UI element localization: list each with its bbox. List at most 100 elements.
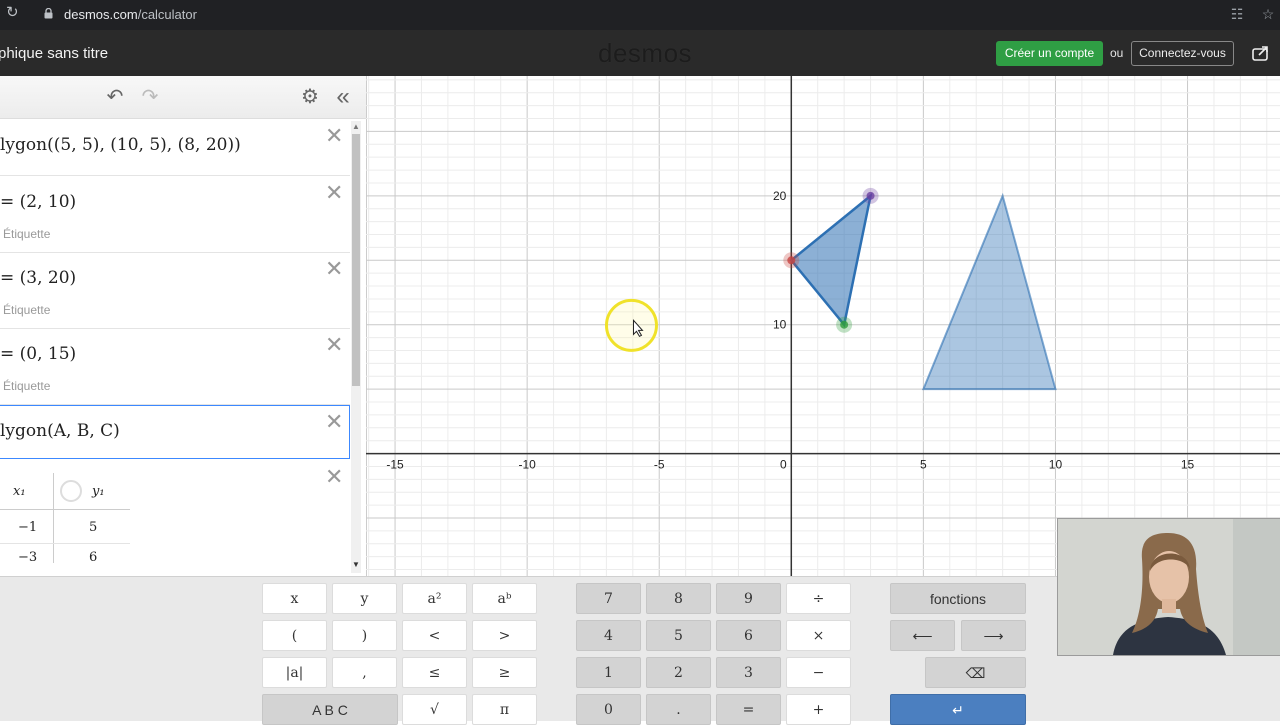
redo-icon[interactable]: ↷	[139, 87, 161, 107]
expression-latex[interactable]: = (2, 10)	[0, 192, 76, 212]
graph-canvas[interactable]: -15-10-50510152010-10	[366, 76, 1280, 576]
gear-icon[interactable]: ⚙	[299, 87, 321, 107]
zero-key[interactable]: 0	[576, 694, 641, 725]
delete-expression-icon[interactable]: ✕	[325, 411, 343, 433]
x-key[interactable]: x	[262, 583, 327, 614]
browser-bar: ↻ desmos.com/calculator ☷ ☆	[0, 0, 1280, 30]
less-than-key[interactable]: <	[402, 620, 467, 651]
eight-key[interactable]: 8	[646, 583, 711, 614]
backspace-key[interactable]: ⌫	[925, 657, 1026, 688]
or-text: ou	[1110, 46, 1124, 60]
polygon-shape[interactable]	[921, 192, 1057, 391]
left-arrow-key[interactable]: ⟵	[890, 620, 955, 651]
label-toggle[interactable]: Étiquette	[3, 227, 50, 241]
delete-expression-icon[interactable]: ✕	[325, 182, 343, 204]
create-account-button[interactable]: Créer un compte	[996, 41, 1103, 66]
minus-key[interactable]: −	[786, 657, 851, 688]
functions-key[interactable]: fonctions	[890, 583, 1026, 614]
expression-latex[interactable]: = (0, 15)	[0, 344, 76, 364]
presenter-video	[1058, 519, 1280, 655]
webcam-overlay	[1057, 518, 1280, 656]
seven-key[interactable]: 7	[576, 583, 641, 614]
expression-latex[interactable]: lygon((5, 5), (10, 5), (8, 20))	[0, 135, 241, 155]
expression-row[interactable]: = (0, 15) Étiquette ✕	[0, 329, 350, 405]
table-expression[interactable]: ✕ x₁ y₁ −1 5 −3 6	[0, 460, 350, 576]
abs-key[interactable]: |a|	[262, 657, 327, 688]
expression-row[interactable]: = (2, 10) Étiquette ✕	[0, 176, 350, 253]
power-key[interactable]: aᵇ	[472, 583, 537, 614]
expression-row[interactable]: lygon((5, 5), (10, 5), (8, 20)) ✕	[0, 119, 350, 176]
comma-key[interactable]: ,	[332, 657, 397, 688]
star-icon[interactable]: ☆	[1260, 6, 1276, 22]
table-cell[interactable]: 5	[89, 520, 97, 535]
square-key[interactable]: a²	[402, 583, 467, 614]
table-cell[interactable]: 6	[89, 550, 97, 565]
y-key[interactable]: y	[332, 583, 397, 614]
table-cell[interactable]: −3	[18, 550, 37, 565]
scroll-down-arrow[interactable]: ▼	[351, 560, 361, 570]
translate-icon[interactable]: ☷	[1229, 6, 1245, 22]
label-toggle[interactable]: Étiquette	[3, 379, 50, 393]
two-key[interactable]: 2	[646, 657, 711, 688]
greater-than-key[interactable]: >	[472, 620, 537, 651]
x-tick-label: 10	[1049, 458, 1063, 472]
scroll-up-arrow[interactable]: ▲	[351, 122, 361, 132]
delete-expression-icon[interactable]: ✕	[325, 258, 343, 280]
four-key[interactable]: 4	[576, 620, 641, 651]
five-key[interactable]: 5	[646, 620, 711, 651]
app-header: phique sans titre desmos Créer un compte…	[0, 30, 1280, 76]
lock-icon	[44, 8, 53, 19]
equals-key[interactable]: =	[716, 694, 781, 725]
expression-toolbar: ↶ ↷ ⚙ «	[0, 76, 366, 119]
close-paren-key[interactable]: )	[332, 620, 397, 651]
share-icon[interactable]	[1252, 45, 1270, 61]
expression-row[interactable]: = (3, 20) Étiquette ✕	[0, 253, 350, 329]
plus-key[interactable]: +	[786, 694, 851, 725]
label-toggle[interactable]: Étiquette	[3, 303, 50, 317]
login-button[interactable]: Connectez-vous	[1131, 41, 1234, 66]
x-tick-label: 5	[920, 458, 927, 472]
pi-key[interactable]: π	[472, 694, 537, 725]
delete-expression-icon[interactable]: ✕	[325, 125, 343, 147]
delete-expression-icon[interactable]: ✕	[325, 334, 343, 356]
enter-key[interactable]: ↵	[890, 694, 1026, 725]
y-tick-label: 20	[773, 189, 787, 203]
x-tick-label: -15	[386, 458, 404, 472]
reload-icon[interactable]: ↻	[6, 5, 22, 21]
x-tick-label: 0	[780, 458, 787, 472]
expression-row-selected[interactable]: lygon(A, B, C) ✕	[0, 405, 350, 459]
point-C[interactable]	[787, 256, 796, 265]
x-tick-label: 15	[1181, 458, 1195, 472]
table-header-x[interactable]: x₁	[13, 484, 26, 499]
delete-expression-icon[interactable]: ✕	[325, 466, 343, 488]
graph-title[interactable]: phique sans titre	[0, 45, 108, 62]
scrollbar-thumb[interactable]	[352, 134, 360, 386]
expression-latex[interactable]: lygon(A, B, C)	[0, 421, 120, 441]
right-arrow-key[interactable]: ⟶	[961, 620, 1026, 651]
three-key[interactable]: 3	[716, 657, 781, 688]
divide-key[interactable]: ÷	[786, 583, 851, 614]
point-B[interactable]	[866, 191, 875, 200]
cursor-highlight	[604, 298, 658, 352]
collapse-panel-icon[interactable]: «	[332, 85, 354, 109]
table-header-y[interactable]: y₁	[92, 484, 105, 499]
leq-key[interactable]: ≤	[402, 657, 467, 688]
graph-svg[interactable]: -15-10-50510152010-10	[366, 76, 1280, 576]
nine-key[interactable]: 9	[716, 583, 781, 614]
desmos-logo: desmos	[598, 38, 693, 68]
point-A[interactable]	[840, 320, 849, 329]
one-key[interactable]: 1	[576, 657, 641, 688]
series-color-circle[interactable]	[60, 480, 82, 502]
x-tick-label: -10	[518, 458, 536, 472]
six-key[interactable]: 6	[716, 620, 781, 651]
open-paren-key[interactable]: (	[262, 620, 327, 651]
table-cell[interactable]: −1	[18, 520, 37, 535]
expression-latex[interactable]: = (3, 20)	[0, 268, 76, 288]
multiply-key[interactable]: ×	[786, 620, 851, 651]
undo-icon[interactable]: ↶	[104, 87, 126, 107]
geq-key[interactable]: ≥	[472, 657, 537, 688]
decimal-key[interactable]: .	[646, 694, 711, 725]
sqrt-key[interactable]: √	[402, 694, 467, 725]
address-bar[interactable]: desmos.com/calculator	[64, 7, 197, 22]
abc-key[interactable]: A B C	[262, 694, 398, 725]
